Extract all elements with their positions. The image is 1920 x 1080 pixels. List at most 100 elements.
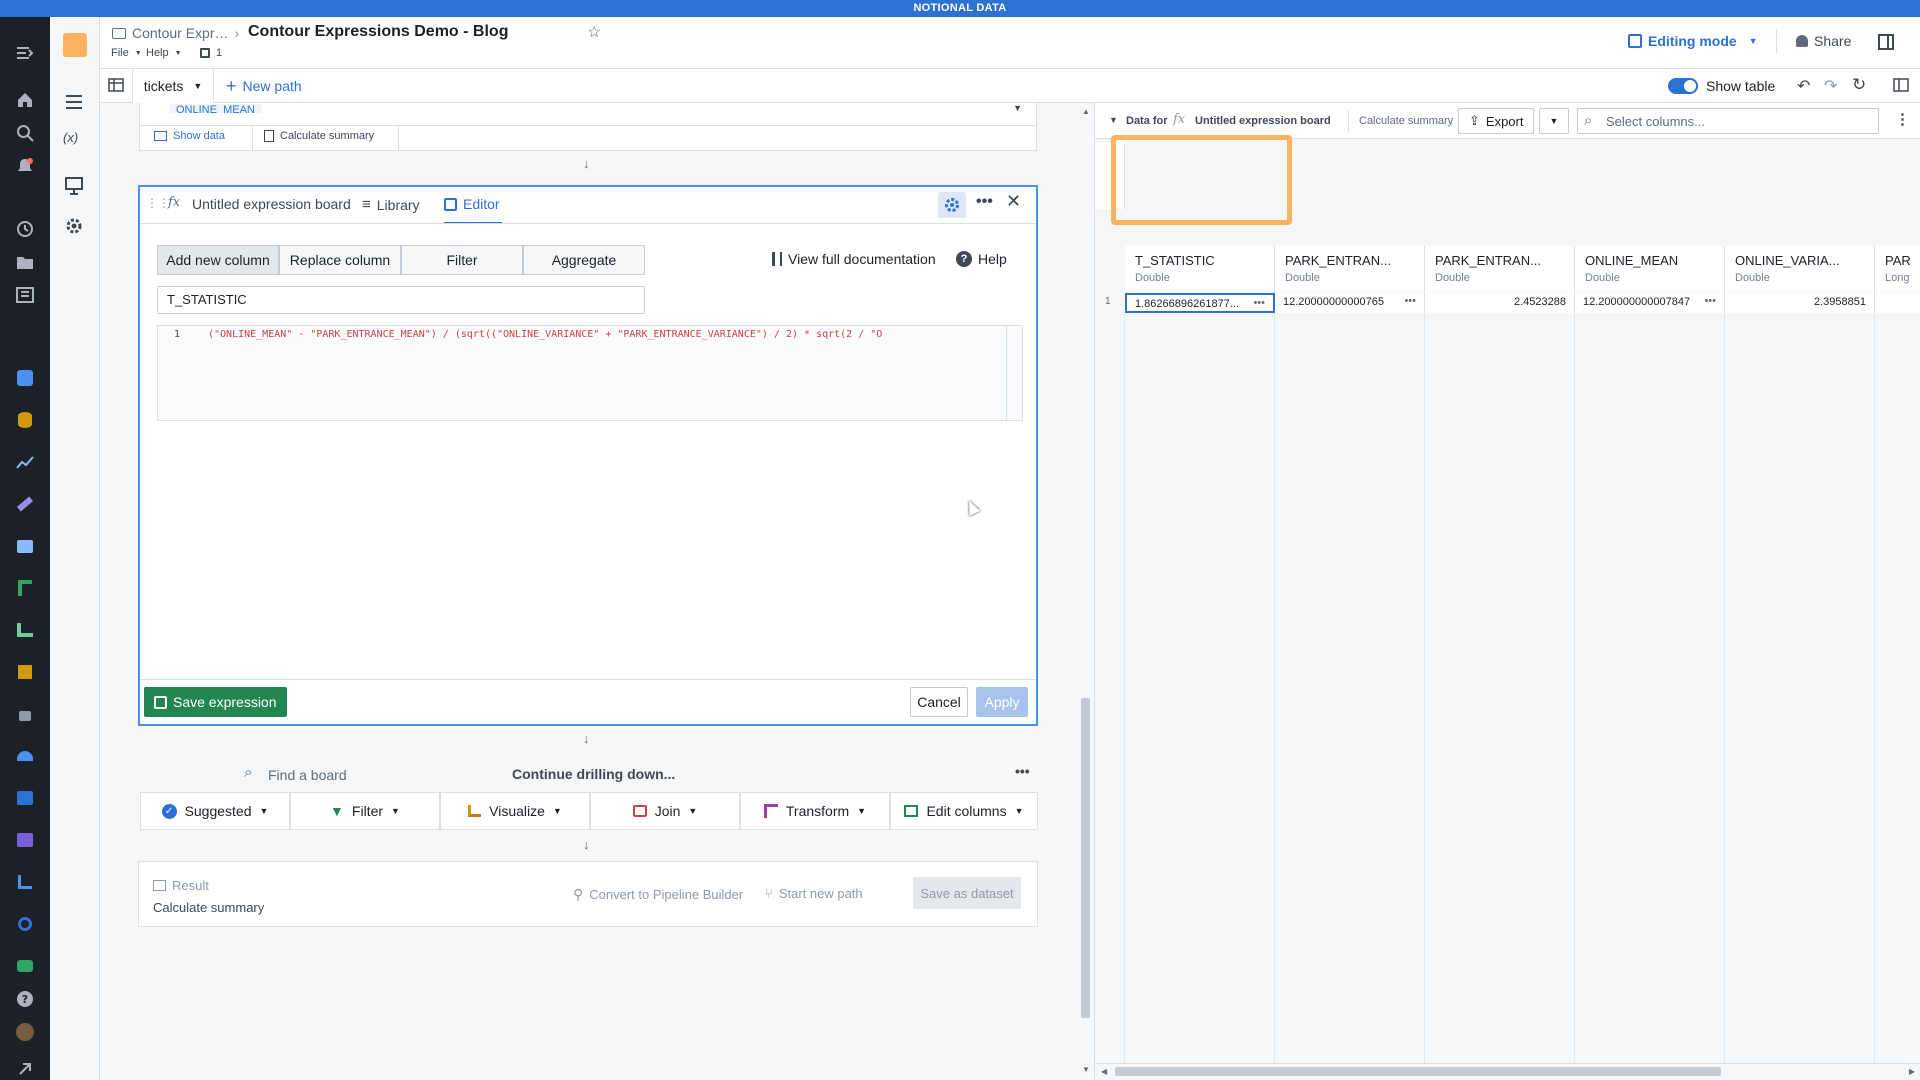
edit-columns-button[interactable]: Edit columns ▼	[890, 792, 1038, 830]
panel-toggle-icon[interactable]	[1878, 34, 1894, 53]
code-editor[interactable]: 1 ("ONLINE_MEAN" - "PARK_ENTRANCE_MEAN")…	[157, 325, 1023, 421]
ontology-app-icon[interactable]	[13, 366, 37, 390]
cancel-button[interactable]: Cancel	[910, 687, 968, 717]
caret-down-icon[interactable]: ▼	[1013, 103, 1022, 113]
save-expression-button[interactable]: Save expression	[144, 687, 287, 717]
editing-mode-dropdown[interactable]: Editing mode ▼	[1628, 33, 1758, 49]
help-button[interactable]: ? Help	[956, 251, 1007, 267]
find-board-input[interactable]: Find a board	[268, 767, 347, 783]
chart-app-icon[interactable]	[13, 450, 37, 474]
image-app-icon[interactable]	[13, 786, 37, 810]
column-header[interactable]: T_STATISTIC Double	[1125, 246, 1275, 292]
graph-app-icon[interactable]	[13, 912, 37, 936]
expression-code[interactable]: ("ONLINE_MEAN" - "PARK_ENTRANCE_MEAN") /…	[208, 329, 1003, 340]
show-table-toggle[interactable]	[1668, 78, 1698, 94]
branch-indicator[interactable]: 1	[200, 47, 222, 59]
more-options-icon[interactable]: •••	[1015, 763, 1030, 779]
board-title[interactable]: Untitled expression board	[192, 196, 351, 212]
column-header[interactable]: PARK_ENTRAN... Double	[1425, 246, 1575, 292]
column-header[interactable]: PARK_Long	[1875, 246, 1920, 292]
settings-gear-icon[interactable]	[65, 217, 83, 238]
table-cell[interactable]: 2.4523288	[1425, 293, 1575, 313]
catalog-icon[interactable]	[13, 283, 37, 307]
redo-icon[interactable]: ↷	[1824, 76, 1837, 96]
folder-icon[interactable]	[13, 250, 37, 274]
new-path-button[interactable]: + New path	[226, 77, 302, 95]
lock-app-icon[interactable]	[13, 702, 37, 726]
dashboard-icon[interactable]	[65, 177, 83, 198]
star-icon[interactable]: ☆	[587, 22, 601, 42]
help-icon[interactable]: ?	[13, 987, 37, 1011]
menu-expand-icon[interactable]	[13, 41, 37, 65]
refresh-icon[interactable]: ↻	[1852, 75, 1866, 95]
tab-editor[interactable]: Editor	[444, 196, 500, 212]
vertex-app-icon[interactable]	[13, 954, 37, 978]
calculate-summary-link[interactable]: Calculate summary	[1359, 115, 1453, 127]
parameters-icon[interactable]: (x)	[63, 130, 78, 145]
quiver-app-icon[interactable]	[13, 870, 37, 894]
drag-handle-icon[interactable]: ⋮⋮	[146, 196, 170, 210]
more-vertical-icon[interactable]: ⋮	[1895, 110, 1910, 128]
table-cell[interactable]: 1.86266896261877... •••	[1125, 293, 1275, 313]
mode-add-new-column[interactable]: Add new column	[157, 245, 279, 275]
search-icon[interactable]	[13, 121, 37, 145]
export-dropdown-caret[interactable]: ▼	[1539, 108, 1569, 134]
column-name-input[interactable]: T_STATISTIC	[157, 286, 645, 314]
workshop-app-icon[interactable]	[13, 828, 37, 852]
export-button[interactable]: ⇪ Export	[1458, 108, 1535, 134]
join-button[interactable]: Join ▼	[590, 792, 740, 830]
layout-icon[interactable]	[1893, 78, 1909, 95]
settings-gear-icon[interactable]	[938, 192, 966, 218]
more-options-icon[interactable]: •••	[976, 193, 993, 211]
column-header[interactable]: ONLINE_VARIA... Double	[1725, 246, 1875, 292]
flag-app-icon[interactable]	[13, 660, 37, 684]
visualize-button[interactable]: Visualize ▼	[440, 792, 590, 830]
home-icon[interactable]	[13, 88, 37, 112]
filter-button[interactable]: ▼ Filter ▼	[290, 792, 440, 830]
chevron-down-icon[interactable]: ▼	[1109, 115, 1118, 125]
view-documentation-link[interactable]: View full documentation	[772, 251, 936, 267]
tab-tickets[interactable]: tickets ▼	[132, 69, 214, 103]
help-menu[interactable]: Help ▼	[146, 47, 182, 59]
table-cell[interactable]: 12.200000000007847 •••	[1575, 293, 1725, 313]
transform-button[interactable]: Transform ▼	[740, 792, 890, 830]
contour-app-icon[interactable]	[13, 618, 37, 642]
close-icon[interactable]: ✕	[1006, 191, 1021, 212]
column-header[interactable]: ONLINE_MEAN Double	[1575, 246, 1725, 292]
mode-filter[interactable]: Filter	[401, 245, 523, 275]
calculate-summary-button[interactable]: Calculate summary	[264, 130, 374, 142]
breadcrumb[interactable]: Contour Expr… ›	[112, 25, 239, 41]
objects-app-icon[interactable]	[13, 744, 37, 768]
mode-aggregate[interactable]: Aggregate	[523, 245, 645, 275]
apply-button[interactable]: Apply	[976, 687, 1028, 717]
table-cell[interactable]: 12.20000000000765 •••	[1275, 293, 1425, 313]
table-icon[interactable]	[108, 78, 124, 95]
breadcrumb-parent[interactable]: Contour Expr…	[132, 25, 228, 41]
notifications-icon[interactable]	[13, 154, 37, 178]
show-data-button[interactable]: Show data	[154, 130, 225, 142]
undo-icon[interactable]: ↶	[1797, 76, 1810, 96]
suggested-button[interactable]: ✓ Suggested ▼	[140, 792, 290, 830]
start-new-path-button[interactable]: ⑂ Start new path	[765, 886, 863, 901]
page-title[interactable]: Contour Expressions Demo - Blog	[248, 23, 508, 41]
horizontal-scrollbar[interactable]: ◀ ▶	[1095, 1063, 1920, 1080]
share-button[interactable]: Share	[1796, 33, 1851, 49]
table-cell[interactable]	[1875, 293, 1920, 313]
vertical-scrollbar[interactable]: ▲ ▼	[1078, 103, 1094, 1080]
outline-icon[interactable]	[65, 95, 83, 112]
hammer-app-icon[interactable]	[13, 492, 37, 516]
recent-icon[interactable]	[13, 217, 37, 241]
tab-library[interactable]: ≡ Library	[362, 196, 420, 213]
collapse-arrow-icon[interactable]	[13, 1057, 37, 1080]
table-cell[interactable]: 2.3958851	[1725, 293, 1875, 313]
file-menu[interactable]: File ▼	[111, 47, 142, 59]
select-columns-input[interactable]: ⌕ Select columns...	[1577, 108, 1879, 134]
mode-replace-column[interactable]: Replace column	[279, 245, 401, 275]
save-dataset-button[interactable]: Save as dataset	[913, 877, 1021, 909]
convert-pipeline-button[interactable]: ⚲ Convert to Pipeline Builder	[573, 886, 743, 903]
code-app-icon[interactable]	[13, 534, 37, 558]
editor-scrollbar[interactable]	[1006, 326, 1022, 420]
user-avatar[interactable]	[13, 1020, 37, 1044]
pipeline-app-icon[interactable]	[13, 576, 37, 600]
dataset-app-icon[interactable]	[13, 408, 37, 432]
